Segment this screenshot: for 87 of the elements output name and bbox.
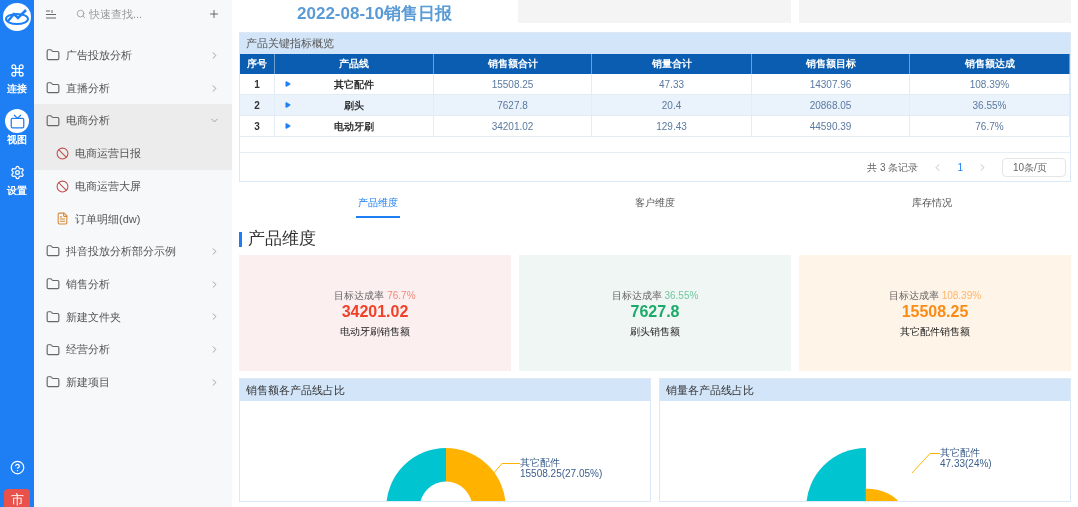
- kpi-value: 7627.8: [630, 302, 680, 321]
- help-icon[interactable]: [9, 460, 25, 475]
- table-cell-text: 1: [254, 77, 260, 92]
- document-icon: [56, 212, 69, 226]
- slice-label: 其它配件 47.33(24%): [940, 447, 992, 469]
- folder-icon: [46, 81, 60, 96]
- kpi-caption: 电动牙刷销售额: [340, 324, 410, 339]
- search-icon: [76, 9, 86, 19]
- table-cell-text: 20868.05: [809, 98, 852, 113]
- table-cell-text: 44590.39: [809, 119, 852, 134]
- kpi-value: 34201.02: [341, 302, 409, 321]
- table-cell-text: 14307.96: [809, 77, 852, 92]
- table-cell-text: 3: [254, 119, 260, 134]
- folder-icon: [46, 277, 60, 292]
- table-cell-text: 108.39%: [969, 77, 1010, 92]
- sidebar-item[interactable]: 经营分析: [34, 333, 232, 366]
- expand-row-icon[interactable]: [285, 123, 291, 129]
- rail-nav-item[interactable]: 连接: [5, 58, 29, 95]
- table-cell-text: 其它配件: [333, 77, 375, 92]
- sidebar-item-label: 经营分析: [66, 342, 111, 358]
- collapse-icon[interactable]: [46, 9, 56, 19]
- sidebar-item[interactable]: 电商分析: [34, 104, 232, 138]
- table-cell-text: 7627.8: [497, 98, 528, 113]
- table-cell-text: 76.7%: [975, 119, 1004, 134]
- command-icon: [9, 62, 25, 78]
- target-rate: 目标达成率 36.55%: [611, 288, 699, 303]
- target-rate: 目标达成率 108.39%: [888, 288, 982, 303]
- slice-label: 其它配件 15508.25(27.05%): [520, 457, 603, 479]
- sidebar-item-label: 抖音投放分析部分示例: [66, 244, 177, 260]
- sidebar-item-label: 电商运营日报: [75, 146, 142, 162]
- table-cell-text: 20.4: [661, 98, 682, 113]
- tv-icon: [9, 113, 25, 129]
- folder-icon: [46, 244, 60, 259]
- table-cell-text: 2: [254, 98, 260, 113]
- folder-icon: [46, 113, 60, 128]
- sidebar-item-label: 直播分析: [66, 80, 111, 96]
- leader-line: [912, 453, 940, 473]
- panel-title: 销售额各产品线占比: [240, 379, 650, 401]
- sidebar-item-label: 销售分析: [66, 276, 111, 292]
- sidebar-item-label: 广告投放分析: [66, 48, 133, 64]
- kpi-value: 15508.25: [901, 302, 969, 321]
- user-avatar[interactable]: 市: [4, 489, 30, 507]
- search-field[interactable]: 快速查找...: [89, 5, 189, 23]
- table-cell-text: 129.43: [656, 119, 687, 134]
- folder-icon: [46, 309, 60, 324]
- page-size-select[interactable]: 10条/页: [1002, 157, 1066, 177]
- sidebar-item[interactable]: 抖音投放分析部分示例: [34, 235, 232, 268]
- table-cell-text: 36.55%: [972, 98, 1007, 113]
- panel-title: 产品关键指标概览: [240, 33, 1070, 54]
- sidebar-item[interactable]: 电商运营日报: [34, 137, 232, 170]
- sidebar-item-label: 新建文件夹: [66, 309, 122, 325]
- folder-icon: [46, 48, 60, 63]
- panel-title: 销量各产品线占比: [660, 379, 1070, 401]
- report-title: 2022-08-10销售日报: [296, 3, 453, 25]
- table-cell-text: 34201.02: [491, 119, 534, 134]
- sidebar-item-label: 电商运营大屏: [75, 178, 142, 194]
- tab[interactable]: 客户维度: [633, 195, 677, 218]
- sidebar-item-label: 订单明细(dw): [75, 211, 142, 227]
- sidebar-item[interactable]: 电商运营大屏: [34, 169, 232, 203]
- tab[interactable]: 产品维度: [355, 195, 400, 218]
- leader-line: [492, 463, 520, 475]
- table-cell-text: 15508.25: [491, 77, 534, 92]
- sidebar-item[interactable]: 销售分析: [34, 267, 232, 301]
- sidebar-item[interactable]: 新建文件夹: [34, 300, 232, 334]
- add-icon[interactable]: [208, 8, 220, 20]
- settings-icon: [9, 164, 25, 180]
- section-title: 产品维度: [248, 228, 316, 251]
- folder-icon: [46, 342, 60, 357]
- sidebar-item[interactable]: 直播分析: [34, 71, 232, 105]
- record-count: 共 3 条记录: [867, 160, 919, 175]
- sidebar-item-label: 新建项目: [66, 374, 111, 390]
- table-cell-text: 电动牙刷: [333, 119, 375, 134]
- kpi-caption: 其它配件销售额: [900, 324, 970, 339]
- rail-nav-item[interactable]: 设置: [5, 160, 29, 197]
- tab[interactable]: 库存情况: [910, 195, 955, 218]
- expand-row-icon[interactable]: [285, 102, 291, 108]
- folder-icon: [46, 375, 60, 390]
- table-cell-text: 刷头: [343, 98, 365, 113]
- expand-row-icon[interactable]: [285, 81, 291, 87]
- sidebar-item[interactable]: 订单明细(dw): [34, 202, 232, 236]
- target-rate: 目标达成率 76.7%: [334, 288, 416, 303]
- sidebar-item-label: 电商分析: [66, 113, 111, 129]
- sidebar-item[interactable]: 新建项目: [34, 365, 232, 399]
- page-number[interactable]: 1: [957, 159, 963, 175]
- kpi-caption: 刷头销售额: [630, 324, 680, 339]
- sidebar-item[interactable]: 广告投放分析: [34, 39, 232, 72]
- table-cell-text: 47.33: [659, 77, 684, 92]
